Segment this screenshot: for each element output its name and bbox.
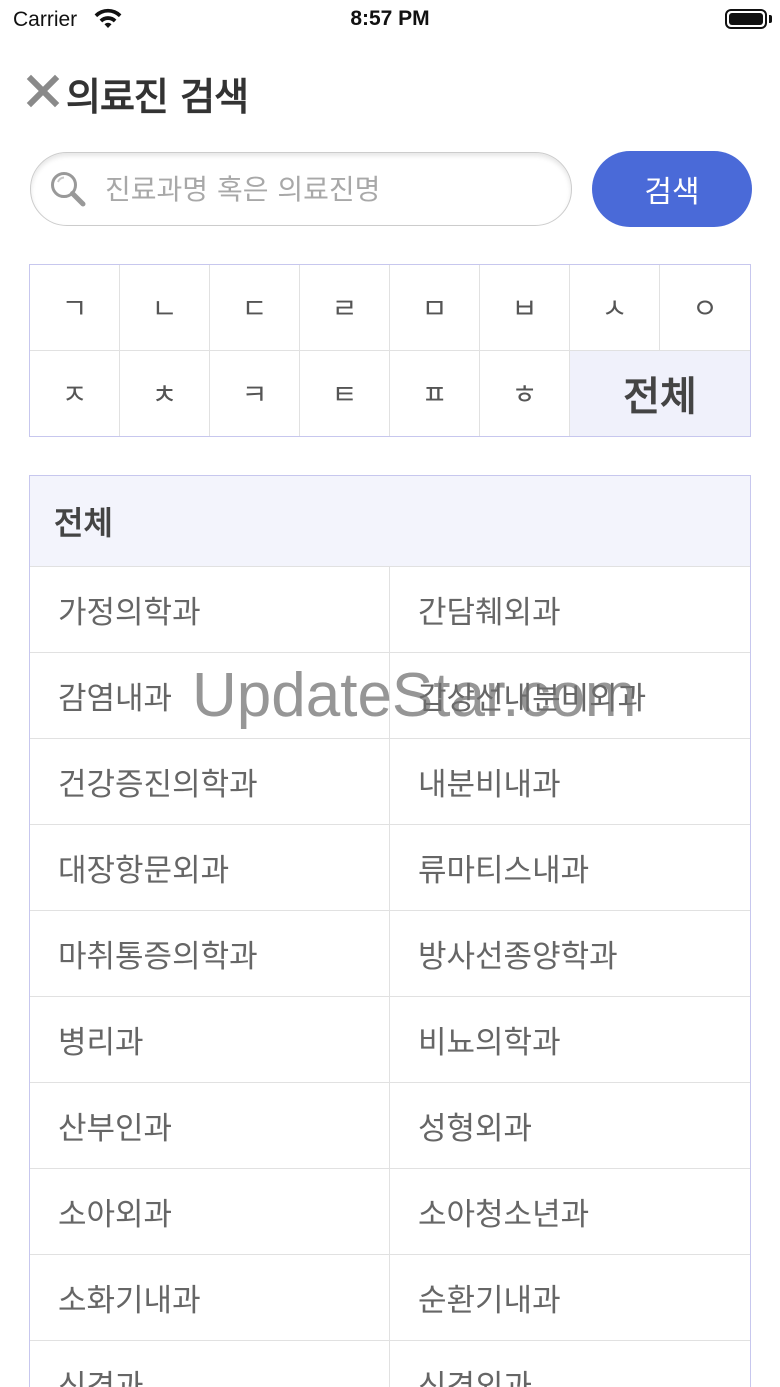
consonant-button[interactable]: ㄱ bbox=[30, 265, 120, 351]
status-time: 8:57 PM bbox=[350, 7, 430, 30]
header: 의료진 검색 bbox=[0, 60, 780, 124]
department-item[interactable]: 신경과 bbox=[30, 1341, 390, 1387]
department-grid: 가정의학과 간담췌외과 감염내과 갑상선내분비외과 건강증진의학과 내분비내과 … bbox=[30, 567, 750, 1387]
search-box bbox=[30, 152, 572, 226]
consonant-button[interactable]: ㅌ bbox=[300, 350, 390, 436]
department-item[interactable]: 순환기내과 bbox=[390, 1255, 750, 1341]
consonant-button[interactable]: ㅅ bbox=[570, 265, 660, 351]
consonant-filter-grid: ㄱ ㄴ ㄷ ㄹ ㅁ ㅂ ㅅ ㅇ ㅈ ㅊ ㅋ ㅌ ㅍ ㅎ 전체 bbox=[29, 264, 751, 437]
department-list-header: 전체 bbox=[30, 476, 750, 567]
department-item[interactable]: 류마티스내과 bbox=[390, 825, 750, 911]
department-item[interactable]: 소화기내과 bbox=[30, 1255, 390, 1341]
page-title: 의료진 검색 bbox=[66, 75, 249, 119]
department-item[interactable]: 소아청소년과 bbox=[390, 1169, 750, 1255]
search-button[interactable]: 검색 bbox=[592, 151, 752, 227]
department-item[interactable]: 가정의학과 bbox=[30, 567, 390, 653]
department-item[interactable]: 마취통증의학과 bbox=[30, 911, 390, 997]
department-item[interactable]: 갑상선내분비외과 bbox=[390, 653, 750, 739]
department-item[interactable]: 신경외과 bbox=[390, 1341, 750, 1387]
consonant-all-button[interactable]: 전체 bbox=[570, 350, 750, 436]
consonant-button[interactable]: ㄹ bbox=[300, 265, 390, 351]
department-item[interactable]: 방사선종양학과 bbox=[390, 911, 750, 997]
consonant-button[interactable]: ㅈ bbox=[30, 350, 120, 436]
consonant-button[interactable]: ㅋ bbox=[210, 350, 300, 436]
consonant-button[interactable]: ㅊ bbox=[120, 350, 210, 436]
consonant-button[interactable]: ㅁ bbox=[390, 265, 480, 351]
department-item[interactable]: 성형외과 bbox=[390, 1083, 750, 1169]
consonant-button[interactable]: ㅂ bbox=[480, 265, 570, 351]
consonant-button[interactable]: ㅎ bbox=[480, 350, 570, 436]
consonant-button[interactable]: ㅍ bbox=[390, 350, 480, 436]
department-item[interactable]: 내분비내과 bbox=[390, 739, 750, 825]
search-icon bbox=[51, 172, 86, 207]
department-item[interactable]: 산부인과 bbox=[30, 1083, 390, 1169]
department-item[interactable]: 건강증진의학과 bbox=[30, 739, 390, 825]
department-item[interactable]: 감염내과 bbox=[30, 653, 390, 739]
consonant-button[interactable]: ㄷ bbox=[210, 265, 300, 351]
battery-icon bbox=[725, 9, 767, 29]
consonant-button[interactable]: ㄴ bbox=[120, 265, 210, 351]
department-item[interactable]: 대장항문외과 bbox=[30, 825, 390, 911]
close-icon[interactable] bbox=[26, 74, 60, 108]
department-item[interactable]: 간담췌외과 bbox=[390, 567, 750, 653]
department-item[interactable]: 병리과 bbox=[30, 997, 390, 1083]
status-bar: Carrier 8:57 PM bbox=[0, 0, 780, 40]
department-item[interactable]: 비뇨의학과 bbox=[390, 997, 750, 1083]
department-list-panel: 전체 가정의학과 간담췌외과 감염내과 갑상선내분비외과 건강증진의학과 내분비… bbox=[29, 475, 751, 1387]
department-item[interactable]: 소아외과 bbox=[30, 1169, 390, 1255]
consonant-button[interactable]: ㅇ bbox=[660, 265, 750, 351]
search-input[interactable] bbox=[105, 167, 555, 211]
battery-tip bbox=[769, 15, 772, 23]
